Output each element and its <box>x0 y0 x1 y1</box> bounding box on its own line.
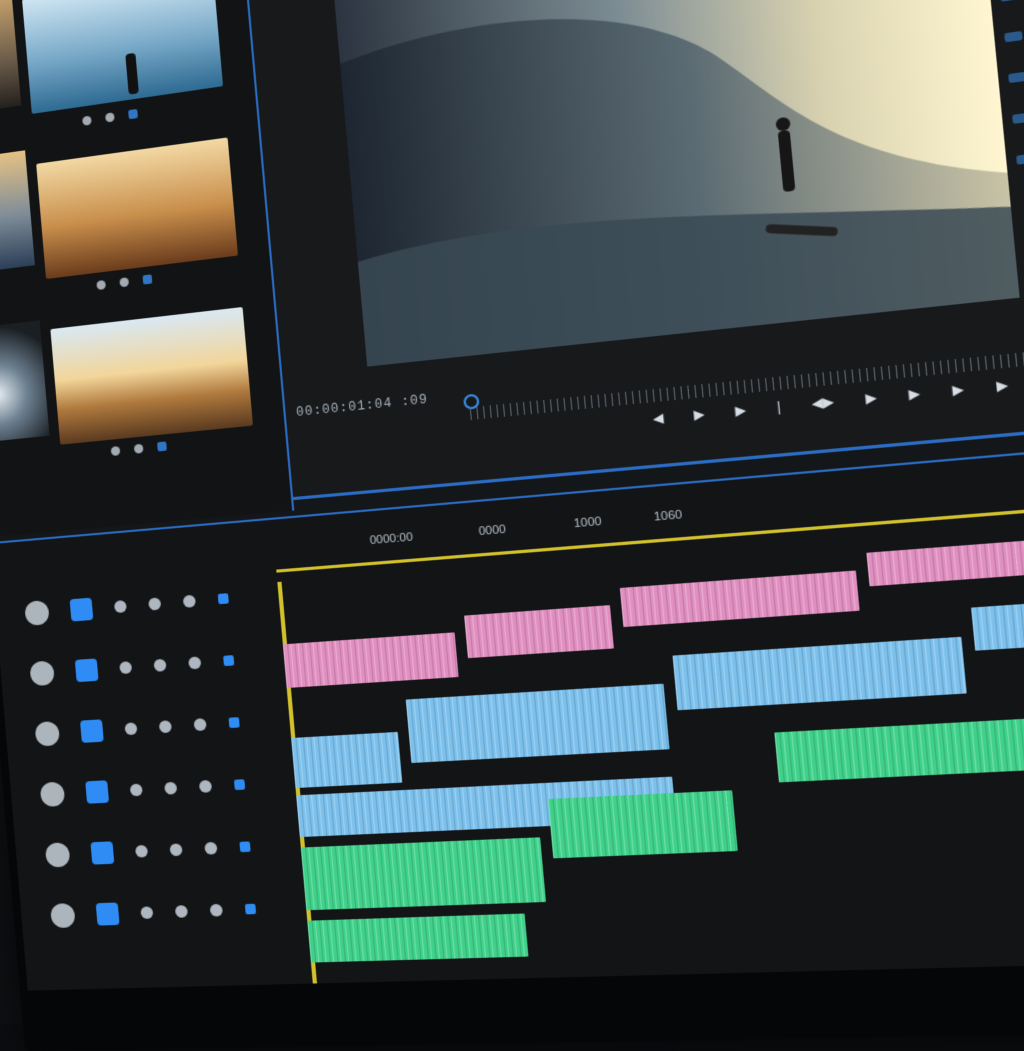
audio-icon[interactable] <box>105 112 115 122</box>
track-toggle[interactable] <box>24 600 50 626</box>
audio-clip-green[interactable] <box>548 790 738 858</box>
video-editor-screen: 00:00:01:04 :09 ◀ ▶ ▶ | ◀▶ ▶ ▶ ▶ ▶ 0000:… <box>0 0 1024 991</box>
track-lock-icon[interactable] <box>96 902 120 925</box>
mute-icon[interactable] <box>130 784 143 797</box>
solo-icon[interactable] <box>159 720 172 733</box>
sync-icon[interactable] <box>223 655 234 666</box>
audio-clip-blue[interactable] <box>406 684 670 763</box>
audio-clip-pink[interactable] <box>866 537 1024 587</box>
tool-icon[interactable] <box>1012 113 1024 124</box>
solo-icon[interactable] <box>153 659 166 672</box>
audio-clip-blue[interactable] <box>971 600 1024 651</box>
surfer-silhouette <box>125 53 139 95</box>
audio-clip-green[interactable] <box>774 715 1024 783</box>
track-headers <box>0 582 308 990</box>
record-icon[interactable] <box>210 904 223 917</box>
mute-icon[interactable] <box>114 600 127 613</box>
ruler-label: 0000:00 <box>369 531 413 547</box>
track-lock-icon[interactable] <box>70 598 94 622</box>
clip-thumbnail-sunset-beach[interactable] <box>36 137 238 279</box>
tool-icon[interactable] <box>1004 31 1023 42</box>
mute-icon[interactable] <box>124 722 137 735</box>
clip-thumbnail[interactable] <box>0 150 35 273</box>
record-icon[interactable] <box>193 718 206 731</box>
clip-thumbnail[interactable] <box>0 320 50 442</box>
record-icon[interactable] <box>188 656 201 669</box>
eye-icon[interactable] <box>82 116 92 126</box>
audio-clip-green[interactable] <box>307 914 528 963</box>
record-icon[interactable] <box>183 595 196 608</box>
audio-icon[interactable] <box>134 444 144 454</box>
record-icon[interactable] <box>199 780 212 793</box>
tool-icon[interactable] <box>1000 0 1019 2</box>
solo-icon[interactable] <box>169 843 182 856</box>
play-icon[interactable]: ▶ <box>693 406 705 422</box>
record-icon[interactable] <box>204 842 217 855</box>
audio-clip-pink[interactable] <box>283 632 459 688</box>
clip-thumbnail-shore[interactable] <box>50 307 253 445</box>
mute-icon[interactable] <box>119 661 132 674</box>
solo-icon[interactable] <box>175 905 188 918</box>
wave-frame <box>330 0 1020 367</box>
sync-icon[interactable] <box>234 779 245 790</box>
ruler-label: 0000 <box>478 523 506 538</box>
program-monitor: 00:00:01:04 :09 ◀ ▶ ▶ | ◀▶ ▶ ▶ ▶ ▶ <box>245 0 1024 500</box>
eye-icon[interactable] <box>96 280 106 290</box>
sync-icon[interactable] <box>218 593 229 604</box>
rewind-icon[interactable]: ◀ <box>652 410 664 426</box>
audio-clip-blue[interactable] <box>673 637 967 711</box>
clip-controls <box>111 441 167 456</box>
track-toggle[interactable] <box>45 842 71 867</box>
clip-controls <box>82 109 138 126</box>
ruler-label: 1000 <box>573 515 602 530</box>
mute-icon[interactable] <box>140 906 153 919</box>
clip-thumbnail-surfer[interactable] <box>22 0 223 114</box>
audio-clip-pink[interactable] <box>464 605 614 658</box>
track-lock-icon[interactable] <box>80 719 104 743</box>
audio-icon[interactable] <box>119 277 129 287</box>
step-icon[interactable]: ▶ <box>908 385 921 402</box>
link-icon[interactable] <box>142 274 152 284</box>
tool-icon[interactable] <box>1016 153 1024 164</box>
play-icon[interactable]: ▶ <box>865 390 878 407</box>
solo-icon[interactable] <box>164 782 177 795</box>
loop-icon[interactable]: ◀▶ <box>811 394 835 412</box>
timecode-display: 00:00:01:04 :09 <box>296 392 429 420</box>
video-preview[interactable] <box>330 0 1020 367</box>
step-forward-icon[interactable]: ▶ <box>734 402 746 418</box>
media-bin <box>0 0 294 537</box>
track-lock-icon[interactable] <box>85 780 109 803</box>
timeline-panel: 0000:00 0000 1000 1060 <box>0 446 1024 991</box>
audio-clip-pink[interactable] <box>620 570 860 627</box>
track-toggle[interactable] <box>34 721 60 747</box>
monitor: 00:00:01:04 :09 ◀ ▶ ▶ | ◀▶ ▶ ▶ ▶ ▶ 0000:… <box>0 0 1024 1051</box>
link-icon[interactable] <box>157 441 167 451</box>
track-toggle[interactable] <box>50 903 76 928</box>
step-icon[interactable]: ▶ <box>952 381 965 398</box>
mute-icon[interactable] <box>135 845 148 858</box>
clip-thumbnail[interactable] <box>0 0 21 115</box>
link-icon[interactable] <box>128 109 138 119</box>
audio-clip-green[interactable] <box>301 837 546 910</box>
track-lock-icon[interactable] <box>90 841 114 864</box>
track-toggle[interactable] <box>40 782 66 807</box>
timeline-tracks <box>277 517 1024 983</box>
ruler-label: 1060 <box>653 508 683 523</box>
sync-icon[interactable] <box>229 717 240 728</box>
track-lock-icon[interactable] <box>75 658 99 682</box>
audio-clip-blue[interactable] <box>291 732 402 788</box>
sync-icon[interactable] <box>239 841 250 852</box>
play-icon[interactable]: ▶ <box>996 377 1009 394</box>
eye-icon[interactable] <box>111 446 121 456</box>
track-toggle[interactable] <box>29 660 55 686</box>
solo-icon[interactable] <box>148 597 161 610</box>
sync-icon[interactable] <box>245 904 256 915</box>
clip-controls <box>96 274 152 290</box>
marker-icon[interactable]: | <box>776 399 781 415</box>
tool-icon[interactable] <box>1008 72 1024 83</box>
